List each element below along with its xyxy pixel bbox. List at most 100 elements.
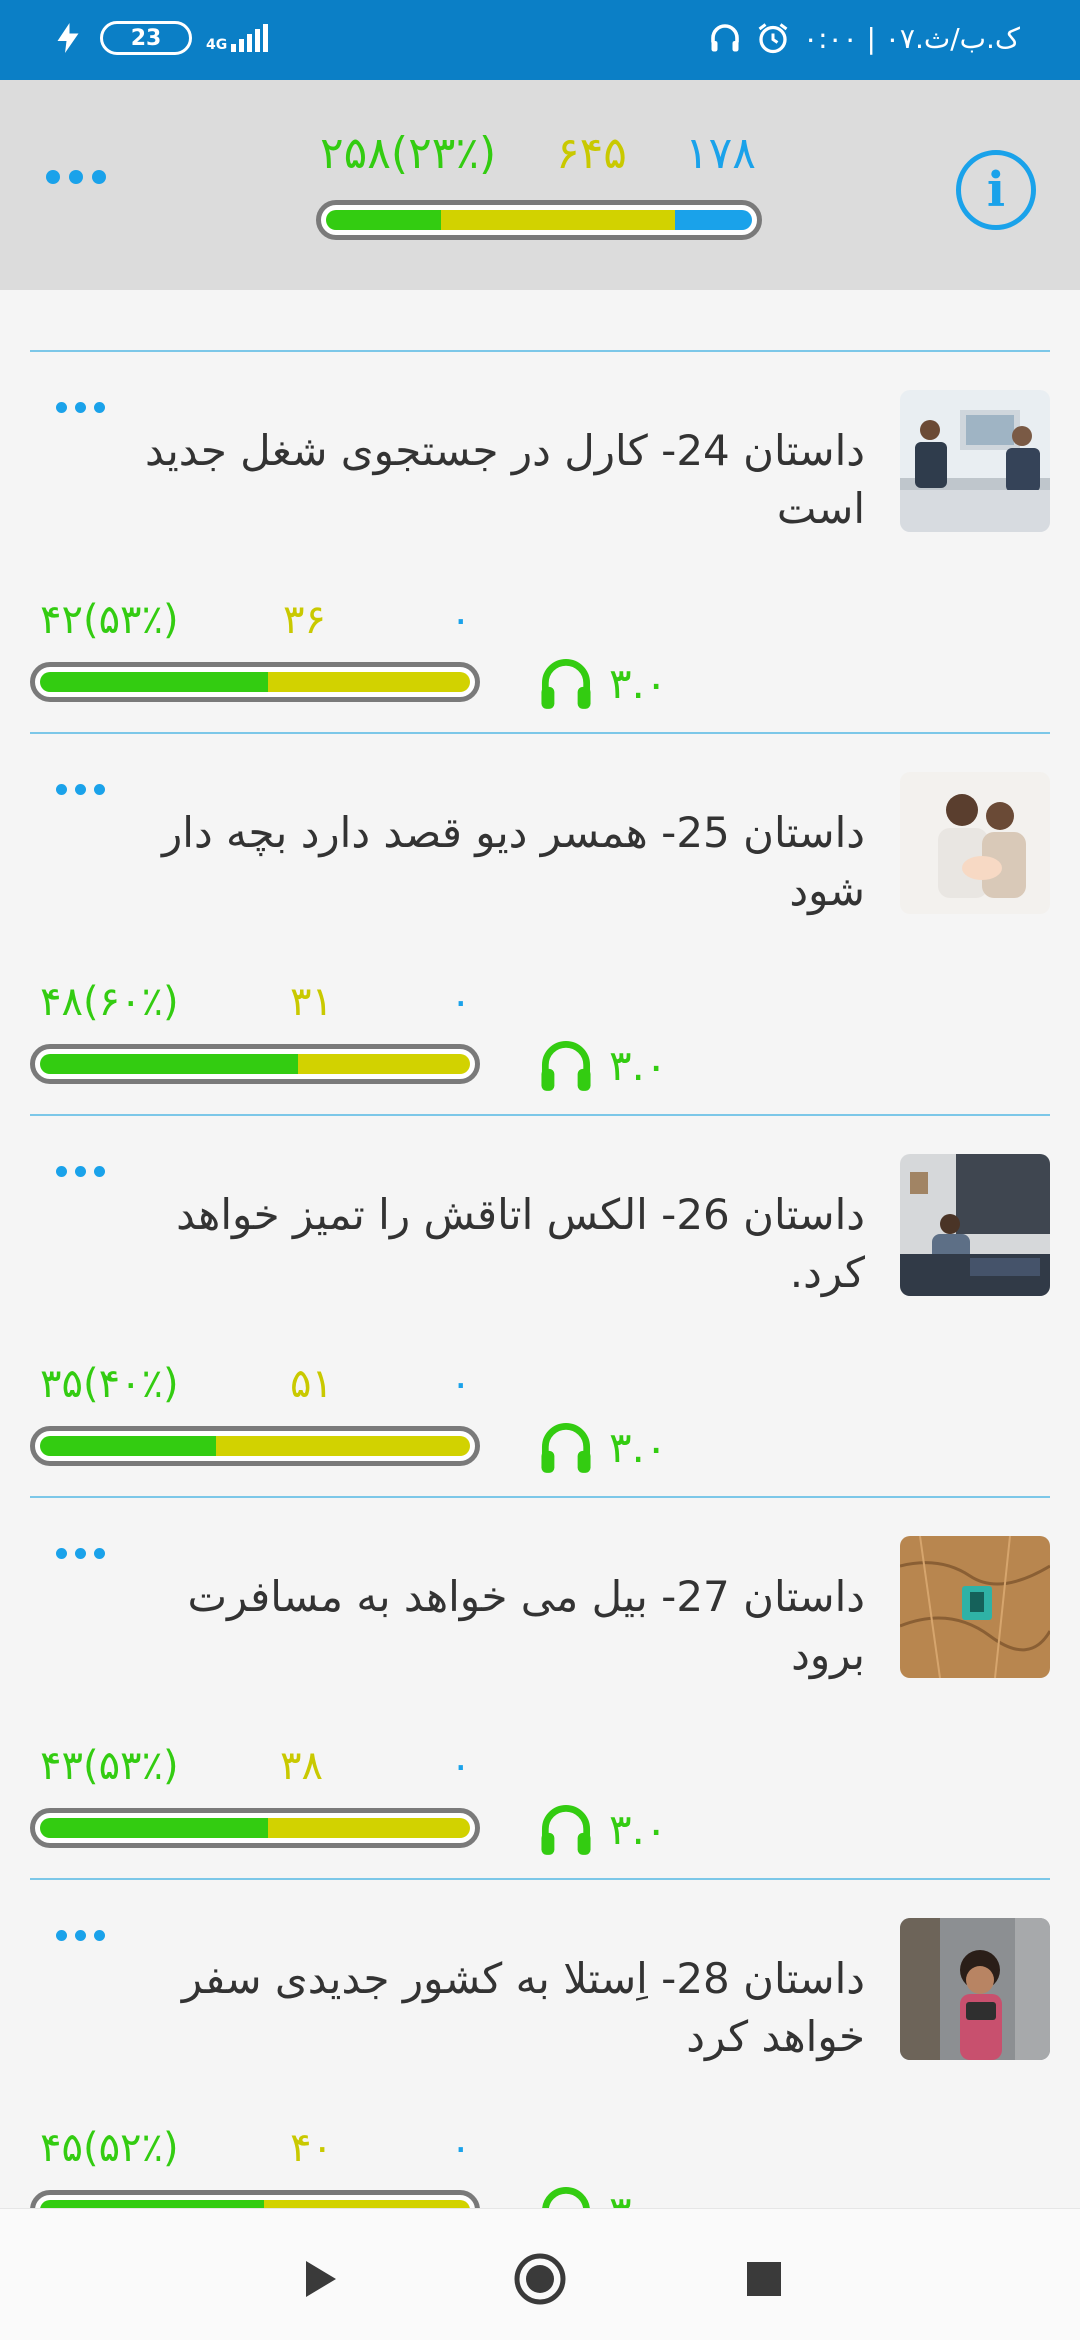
signal-icon	[231, 24, 269, 52]
story-title[interactable]: داستان 24- کارل در جستجوی شغل جدید است	[140, 422, 865, 538]
story-list[interactable]: داستان 24- کارل در جستجوی شغل جدید است ۴…	[0, 290, 1080, 2208]
audio-duration: ۳.۰	[609, 2187, 667, 2209]
audio-play-button[interactable]: ۳.۰	[535, 1416, 667, 1478]
story-title[interactable]: داستان 25- همسر دیو قصد دارد بچه دار شود	[140, 804, 865, 920]
story-card[interactable]: داستان 25- همسر دیو قصد دارد بچه دار شود…	[0, 734, 1080, 1114]
more-dot	[56, 402, 67, 413]
record-icon[interactable]	[510, 2249, 570, 2309]
more-dot	[94, 402, 105, 413]
story-thumbnail	[900, 1536, 1050, 1678]
battery-indicator: 23	[100, 21, 192, 55]
story-title[interactable]: داستان 26- الکس اتاقش را تمیز خواهد کرد.	[140, 1186, 865, 1302]
more-dot	[92, 170, 106, 184]
story-stats: ۳۵(۴۰٪) ۵۱ ۰	[40, 1361, 480, 1411]
story-learning-count: ۵۱	[290, 1361, 333, 1407]
story-card[interactable]: داستان 24- کارل در جستجوی شغل جدید است ۴…	[0, 352, 1080, 732]
story-title[interactable]: داستان 28- اِستلا به کشور جدیدی سفر خواه…	[140, 1950, 865, 2066]
more-dot	[69, 170, 83, 184]
audio-duration: ۳.۰	[609, 1040, 668, 1090]
more-dot	[56, 1930, 67, 1941]
more-dot	[75, 1548, 86, 1559]
story-new-count: ۰	[450, 2125, 472, 2171]
headphones-icon	[541, 1804, 591, 1855]
story-card[interactable]: داستان 28- اِستلا به کشور جدیدی سفر خواه…	[0, 1880, 1080, 2208]
progress-learned	[40, 672, 268, 692]
progress-new	[675, 210, 752, 230]
story-card[interactable]: داستان 27- بیل می خواهد به مسافرت برود ۴…	[0, 1498, 1080, 1878]
story-menu-button[interactable]	[56, 1930, 105, 1941]
story-new-count: ۰	[450, 1743, 472, 1789]
info-icon[interactable]: i	[956, 150, 1036, 230]
status-bar: 23 4G ۰:۰۰ | ۰۷.ک.ب/ث	[0, 0, 1080, 80]
story-progress-bar	[30, 1808, 480, 1848]
progress-learning	[267, 672, 470, 692]
story-progress-bar	[30, 1044, 480, 1084]
story-progress-bar	[30, 1426, 480, 1466]
story-stats: ۴۳(۵۳٪) ۳۸ ۰	[40, 1743, 480, 1793]
story-learning-count: ۳۶	[283, 597, 326, 643]
story-thumbnail	[900, 1154, 1050, 1296]
more-dot	[46, 170, 60, 184]
network-type: 4G	[206, 37, 228, 53]
progress-learned	[326, 210, 442, 230]
summary-learning-count: ۶۴۵	[556, 128, 627, 179]
headphones-icon	[542, 2186, 590, 2208]
more-dot	[94, 784, 105, 795]
summary-new-count: ۱۷۸	[685, 128, 756, 179]
story-thumbnail	[900, 1918, 1050, 2060]
summary-progress-bar	[316, 200, 762, 240]
progress-learned	[40, 1818, 268, 1838]
story-learned-count: ۴۲(۵۳٪)	[40, 597, 179, 643]
progress-learned	[40, 2200, 264, 2208]
progress-learning	[216, 1436, 470, 1456]
audio-play-button[interactable]: ۳.۰	[535, 1798, 667, 1860]
status-time: ۰:۰۰ | ۰۷.ک.ب/ث	[803, 21, 1020, 55]
story-learning-count: ۳۱	[290, 979, 333, 1025]
story-stats: ۴۸(۶۰٪) ۳۱ ۰	[40, 979, 480, 1029]
progress-learning	[298, 1054, 470, 1074]
summary-learned-count: ۲۵۸(۲۳٪)	[320, 128, 497, 179]
story-new-count: ۰	[450, 597, 472, 643]
story-learning-count: ۳۸	[280, 1743, 323, 1789]
charging-icon	[57, 23, 79, 53]
story-menu-button[interactable]	[56, 402, 105, 413]
headphones-icon	[541, 658, 591, 709]
player-controls	[0, 2208, 1080, 2340]
headset-icon	[711, 24, 739, 52]
story-learning-count: ۴۰	[290, 2125, 333, 2171]
audio-duration: ۳.۰	[609, 1804, 668, 1854]
progress-learning	[267, 1818, 470, 1838]
more-dot	[56, 1548, 67, 1559]
more-dot	[75, 402, 86, 413]
play-icon[interactable]	[290, 2249, 350, 2309]
more-dot	[75, 1930, 86, 1941]
story-learned-count: ۴۸(۶۰٪)	[40, 979, 179, 1025]
audio-play-button[interactable]: ۳.۰	[535, 2180, 667, 2208]
more-options-button[interactable]	[46, 170, 106, 184]
story-learned-count: ۴۳(۵۳٪)	[40, 1743, 179, 1789]
story-learned-count: ۴۵(۵۲٪)	[40, 2125, 179, 2171]
more-dot	[94, 1166, 105, 1177]
headphones-icon	[541, 1422, 591, 1473]
progress-learned	[40, 1436, 217, 1456]
story-new-count: ۰	[450, 979, 472, 1025]
audio-play-button[interactable]: ۳.۰	[535, 652, 667, 714]
audio-duration: ۳.۰	[609, 1422, 668, 1472]
story-title[interactable]: داستان 27- بیل می خواهد به مسافرت برود	[140, 1568, 865, 1684]
audio-duration: ۳.۰	[609, 658, 668, 708]
story-learned-count: ۳۵(۴۰٪)	[40, 1361, 179, 1407]
more-dot	[56, 1166, 67, 1177]
story-stats: ۴۲(۵۳٪) ۳۶ ۰	[40, 597, 480, 647]
story-menu-button[interactable]	[56, 784, 105, 795]
story-menu-button[interactable]	[56, 1166, 105, 1177]
story-card[interactable]: داستان 26- الکس اتاقش را تمیز خواهد کرد.…	[0, 1116, 1080, 1496]
audio-play-button[interactable]: ۳.۰	[535, 1034, 667, 1096]
more-dot	[56, 784, 67, 795]
stop-icon[interactable]	[734, 2249, 794, 2309]
story-thumbnail	[900, 772, 1050, 914]
summary-header: ۲۵۸(۲۳٪) ۶۴۵ ۱۷۸ i	[0, 80, 1080, 290]
story-menu-button[interactable]	[56, 1548, 105, 1559]
headphones-icon	[541, 1040, 591, 1091]
more-dot	[94, 1548, 105, 1559]
story-thumbnail	[900, 390, 1050, 532]
